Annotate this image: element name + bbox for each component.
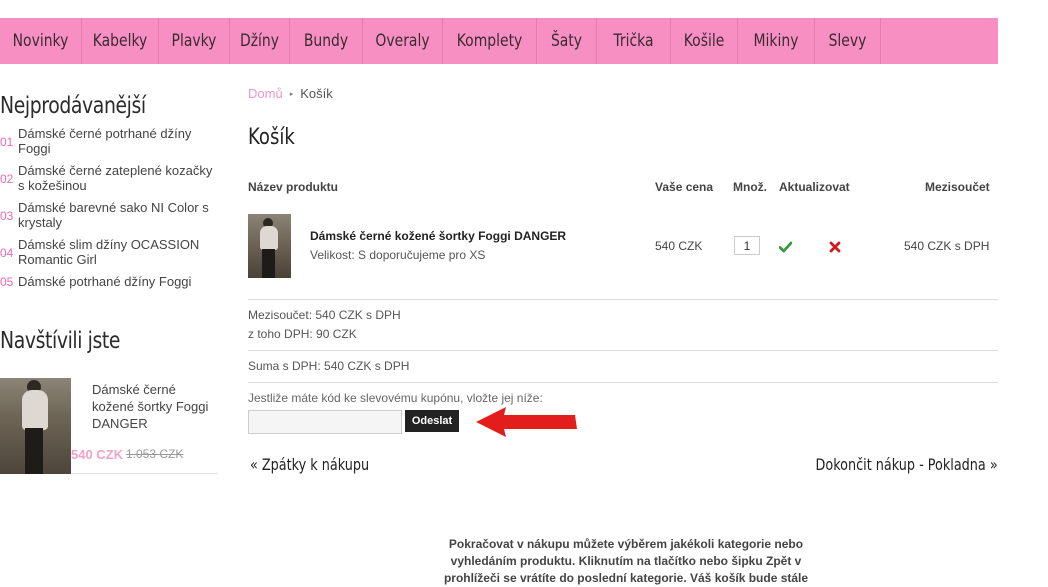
checkout-link[interactable]: Dokončit nákup - Pokladna »	[816, 455, 998, 474]
back-to-shopping-link[interactable]: « Zpátky k nákupu	[250, 455, 369, 474]
bestseller-rank: 04	[0, 246, 14, 260]
bestseller-item[interactable]: 04 Dámské slim džíny OCASSION Romantic Gi…	[0, 237, 218, 267]
nav-item-8[interactable]: Trička	[597, 18, 671, 64]
nav-item-label: Novinky	[12, 31, 69, 51]
bestseller-item[interactable]: 02 Dámské černé zateplené kozačky s kožeš…	[0, 163, 218, 193]
nav-item-label: Bundy	[303, 31, 349, 51]
nav-item-0[interactable]: Novinky	[0, 18, 82, 64]
divider	[248, 299, 998, 300]
header-qty: Množ.	[733, 180, 767, 194]
coupon-label: Jestliže máte kód ke slevovému kupónu, v…	[248, 391, 543, 405]
divider	[248, 382, 998, 383]
nav-item-5[interactable]: Overaly	[363, 18, 443, 64]
bestseller-name: Dámské slim džíny OCASSION Romantic Girl	[18, 237, 200, 267]
cart-item-variant: Velikost: S doporučujeme pro XS	[310, 248, 486, 262]
nav-item-label: Kabelky	[92, 31, 148, 51]
nav-item-label: Plavky	[171, 31, 217, 51]
info-text: Pokračovat v nákupu můžete výběrem jakék…	[443, 537, 809, 585]
bestseller-name: Dámské černé potrhané džíny Foggi	[18, 126, 192, 156]
visited-product-old-price: 1.053 CZK	[126, 447, 184, 461]
breadcrumb: Domů ▸ Košík	[248, 86, 333, 101]
bestseller-item[interactable]: 05 Dámské potrhané džíny Foggi	[0, 274, 218, 290]
bestseller-item[interactable]: 03 Dámské barevné sako NI Color s krystal…	[0, 200, 218, 230]
nav-item-label: Overaly	[375, 31, 430, 51]
nav-item-2[interactable]: Plavky	[159, 18, 230, 64]
visited-product: Dámské černé kožené šortky Foggi DANGER …	[0, 378, 218, 474]
nav-item-label: Košile	[683, 31, 725, 51]
summary-vat: z toho DPH: 90 CZK	[248, 327, 357, 341]
coupon-submit-button[interactable]: Odeslat	[405, 410, 459, 432]
nav-item-7[interactable]: Šaty	[537, 18, 597, 64]
header-update: Aktualizovat	[779, 180, 850, 194]
check-icon[interactable]	[779, 241, 792, 253]
cart-item-name[interactable]: Dámské černé kožené šortky Foggi DANGER	[310, 229, 566, 243]
nav-item-label: Šaty	[550, 31, 583, 51]
header-price: Vaše cena	[655, 180, 714, 194]
nav-item-label: Mikiny	[753, 31, 799, 51]
bestseller-rank: 05	[0, 275, 14, 289]
cart-item-subtotal: 540 CZK s DPH	[904, 239, 990, 253]
header-subtotal: Mezisoučet	[925, 180, 990, 194]
bestseller-item[interactable]: 01 Dámské černé potrhané džíny Foggi	[0, 126, 218, 156]
nav-item-1[interactable]: Kabelky	[82, 18, 159, 64]
breadcrumb-current: Košík	[300, 86, 333, 101]
coupon-input[interactable]	[248, 410, 402, 434]
bestseller-rank: 03	[0, 209, 14, 223]
nav-item-label: Komplety	[456, 31, 523, 51]
nav-item-11[interactable]: Slevy	[815, 18, 881, 64]
bestseller-rank: 01	[0, 135, 14, 149]
nav-item-label: Trička	[613, 31, 654, 51]
visited-product-image[interactable]	[0, 378, 71, 474]
bestseller-name: Dámské černé zateplené kozačky s kožešin…	[18, 163, 213, 193]
nav-item-3[interactable]: Džíny	[230, 18, 290, 64]
top-navigation: Novinky Kabelky Plavky Džíny Bundy Overaly Kom…	[0, 18, 998, 64]
divider	[248, 350, 998, 351]
quantity-input[interactable]	[734, 236, 760, 255]
breadcrumb-separator-icon: ▸	[289, 90, 294, 98]
bestseller-rank: 02	[0, 172, 14, 186]
nav-item-9[interactable]: Košile	[671, 18, 738, 64]
summary-total: Suma s DPH: 540 CZK s DPH	[248, 359, 410, 373]
red-arrow-icon	[476, 407, 577, 437]
nav-item-10[interactable]: Mikiny	[738, 18, 815, 64]
visited-product-name[interactable]: Dámské černé kožené šortky Foggi DANGER	[92, 381, 212, 432]
summary-subtotal: Mezisoučet: 540 CZK s DPH	[248, 308, 401, 322]
visited-product-price: 540 CZK	[71, 447, 124, 462]
cart-item-image[interactable]	[248, 214, 291, 278]
breadcrumb-home[interactable]: Domů	[248, 86, 283, 101]
nav-item-label: Slevy	[828, 31, 867, 51]
visited-title: Navštívili jste	[0, 328, 121, 354]
cart-item-price: 540 CZK	[655, 239, 703, 253]
page-title: Košík	[248, 125, 295, 150]
header-product: Název produktu	[248, 180, 339, 194]
bestseller-name: Dámské barevné sako NI Color s krystaly	[18, 200, 209, 230]
bestseller-name: Dámské potrhané džíny Foggi	[18, 274, 192, 289]
bestsellers-list: 01 Dámské černé potrhané džíny Foggi 02 Dám…	[0, 126, 218, 297]
nav-item-6[interactable]: Komplety	[443, 18, 537, 64]
nav-item-label: Džíny	[239, 31, 280, 51]
cross-icon[interactable]	[829, 241, 841, 253]
nav-item-4[interactable]: Bundy	[290, 18, 363, 64]
bestsellers-title: Nejprodávanější	[0, 93, 146, 119]
